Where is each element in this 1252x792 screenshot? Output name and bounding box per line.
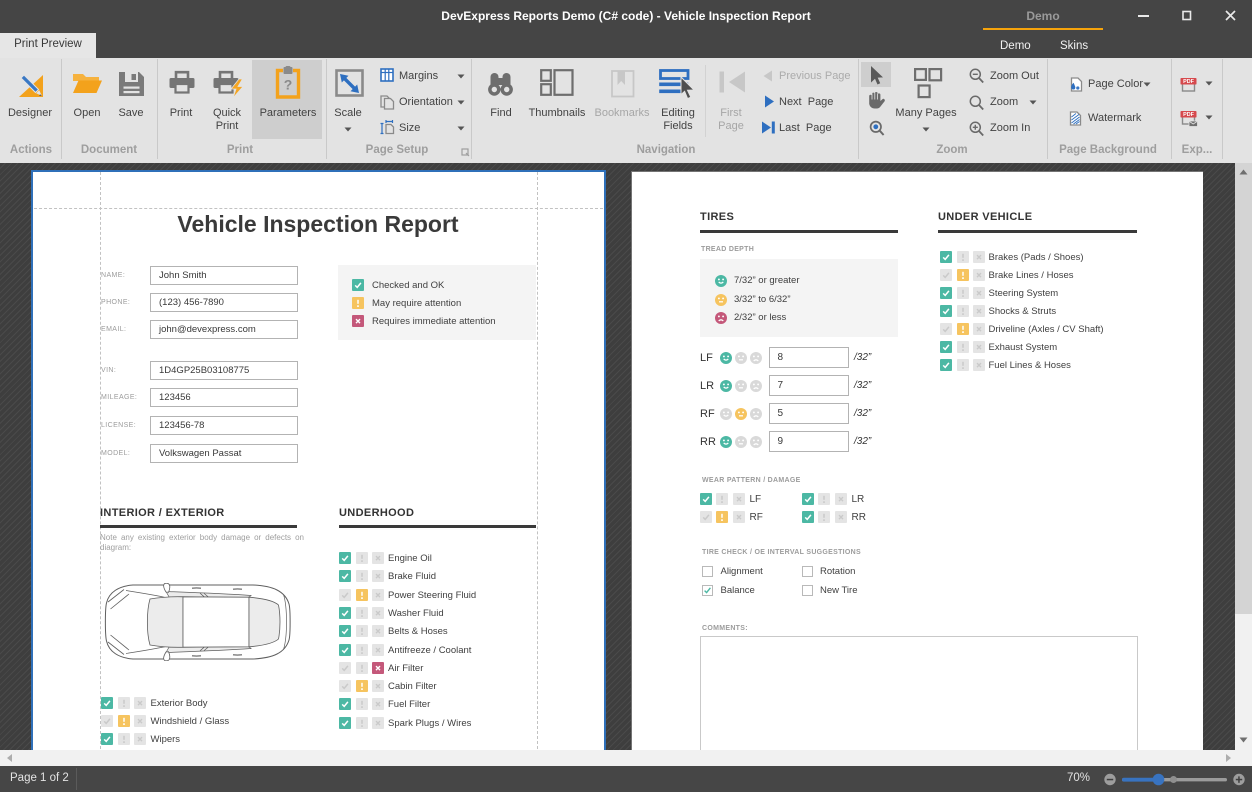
svg-text:?: ?: [284, 77, 293, 93]
svg-text:PDF: PDF: [1183, 79, 1194, 85]
svg-text:PDF: PDF: [1183, 112, 1194, 118]
